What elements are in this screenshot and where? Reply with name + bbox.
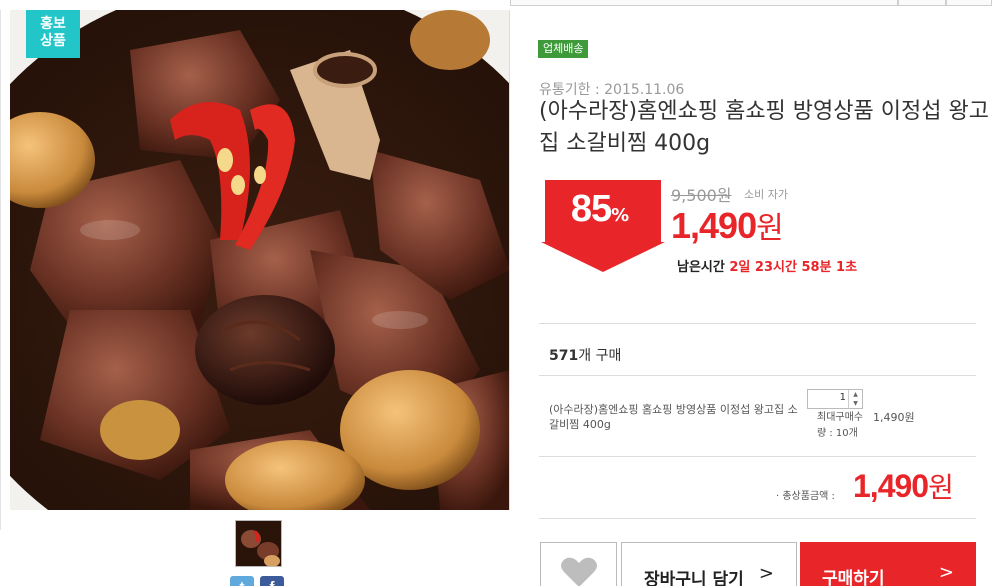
chevron-right-icon: >	[758, 563, 774, 584]
total-label: · 총상품금액 :	[776, 491, 835, 502]
sold-count: 571개 구매	[549, 345, 621, 365]
max-purchase: 최대구매수량 : 10개	[817, 412, 863, 439]
facebook-icon[interactable]: f	[260, 576, 284, 586]
top-bar	[0, 0, 992, 10]
left-border	[0, 0, 1, 530]
wishlist-button[interactable]	[540, 542, 617, 586]
quantity-value[interactable]: 1	[840, 392, 846, 403]
divider	[539, 518, 976, 519]
divider	[539, 375, 976, 376]
product-title: (아수라장)홈엔쇼핑 홈쇼핑 방영상품 이정섭 왕고집 소갈비찜 400g	[539, 99, 989, 156]
option-price: 1,490원	[873, 411, 915, 424]
divider	[539, 456, 976, 457]
discount-unit: %	[611, 205, 630, 226]
chevron-right-icon: >	[938, 562, 954, 583]
promo-badge: 홍보 상품	[26, 10, 80, 58]
discount-value: 85	[570, 188, 612, 230]
total-price: 1,490원	[853, 466, 954, 506]
buy-label: 구매하기	[822, 569, 885, 586]
promo-badge-line1: 홍보	[40, 16, 66, 32]
time-left: 남은시간 2일 23시간 58분 1초	[677, 256, 857, 275]
divider	[539, 323, 976, 324]
sold-count-suffix: 개 구매	[578, 348, 622, 364]
sale-price-unit: 원	[756, 212, 784, 245]
consumer-price-label: 소비 자가	[744, 188, 788, 201]
sale-price-amount: 1,490	[671, 205, 757, 246]
add-to-cart-label: 장바구니 담기	[644, 570, 744, 586]
option-name: (아수라장)홈엔쇼핑 홈쇼핑 방영상품 이정섭 왕고집 소갈비찜 400g	[549, 403, 798, 431]
time-left-label: 남은시간	[677, 260, 725, 275]
sold-count-number: 571	[549, 348, 579, 364]
heart-icon	[561, 557, 597, 586]
buy-button[interactable]: 구매하기 >	[800, 542, 976, 586]
discount-rate: 85%	[555, 188, 645, 231]
delivery-badge: 업체배송	[538, 40, 589, 58]
product-image[interactable]	[10, 10, 510, 510]
time-left-value: 2일 23시간 58분 1초	[729, 260, 858, 275]
total-price-unit: 원	[928, 472, 954, 503]
twitter-icon[interactable]: t	[230, 576, 254, 586]
quantity-spinner[interactable]: ▲ ▼	[848, 390, 862, 408]
promo-badge-line2: 상품	[40, 33, 66, 49]
product-thumbnail[interactable]	[235, 520, 282, 567]
total-price-amount: 1,490	[853, 468, 929, 504]
spin-down-icon[interactable]: ▼	[849, 399, 862, 408]
sale-price: 1,490원	[671, 203, 784, 247]
spin-up-icon[interactable]: ▲	[849, 390, 862, 399]
quantity-stepper[interactable]: 1 ▲ ▼	[807, 389, 863, 409]
add-to-cart-button[interactable]: 장바구니 담기 >	[621, 542, 797, 586]
